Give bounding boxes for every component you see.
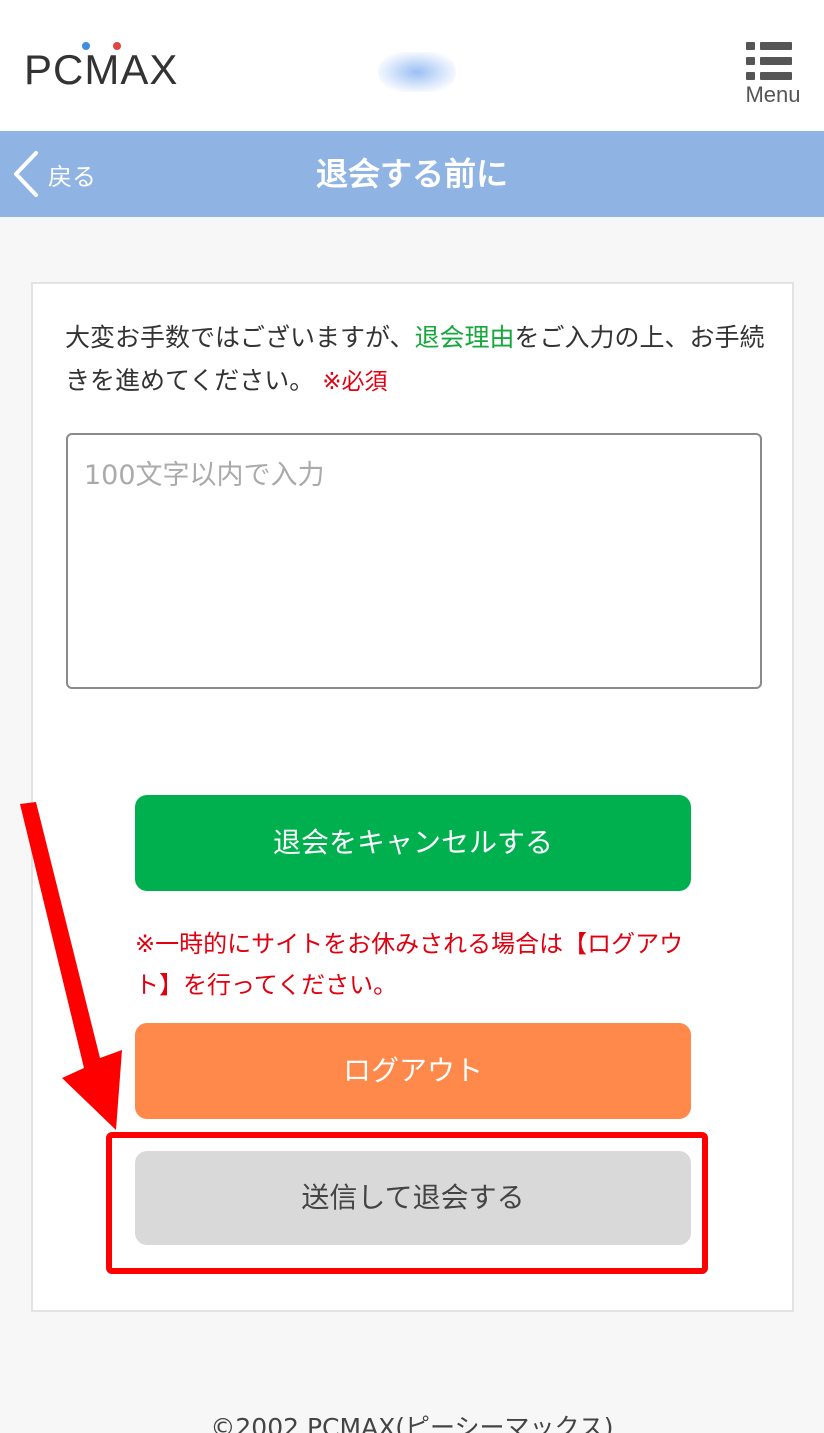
- logout-button[interactable]: ログアウト: [135, 1023, 691, 1119]
- intro-text: 大変お手数ではございますが、退会理由をご入力の上、お手続きを進めてください。 ※…: [65, 316, 765, 404]
- withdrawal-card: 大変お手数ではございますが、退会理由をご入力の上、お手続きを進めてください。 ※…: [31, 282, 794, 1312]
- withdrawal-reason-input[interactable]: [66, 433, 762, 689]
- logo-dot-blue: [82, 42, 90, 50]
- menu-button[interactable]: Menu: [738, 38, 808, 112]
- hamburger-icon: [746, 42, 792, 80]
- page-title: 退会する前に: [315, 155, 508, 193]
- submit-withdrawal-button[interactable]: 送信して退会する: [135, 1151, 691, 1245]
- required-label: ※必須: [322, 369, 388, 395]
- menu-label: Menu: [745, 82, 801, 107]
- pcmax-logo[interactable]: PCMAX: [24, 42, 179, 93]
- intro-part1: 大変お手数ではございますが、: [65, 323, 415, 352]
- blurred-badge: [378, 52, 456, 92]
- title-bar: 戻る 退会する前に: [0, 131, 824, 217]
- app-header: PCMAX Menu: [0, 0, 824, 131]
- withdrawal-reason-highlight: 退会理由: [414, 323, 515, 352]
- logo-dot-red: [113, 42, 121, 50]
- copyright-footer: ©2002 PCMAX(ピーシーマックス): [210, 1413, 614, 1433]
- logo-text: PCMAX: [24, 46, 179, 93]
- cancel-withdrawal-button[interactable]: 退会をキャンセルする: [135, 795, 691, 891]
- logout-note: ※一時的にサイトをお休みされる場合は【ログアウト】を行ってください。: [135, 930, 684, 999]
